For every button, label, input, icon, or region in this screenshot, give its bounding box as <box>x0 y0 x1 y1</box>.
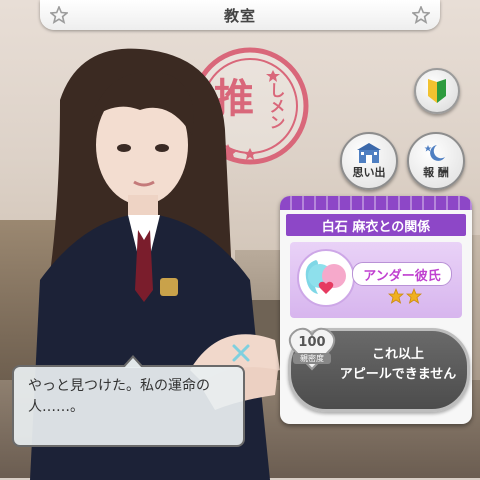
star-outline-icon <box>412 6 430 24</box>
star-outline-icon <box>50 6 68 24</box>
intimacy-badge: 100 親密度 <box>287 325 337 371</box>
header-bar: 教室 <box>40 0 440 30</box>
appeal-button[interactable]: 100 親密度 これ以上 アピールできません <box>287 325 470 412</box>
couple-icon <box>297 249 355 307</box>
appeal-button-label: これ以上 アピールできません <box>339 347 457 382</box>
star-filled-icon <box>388 288 404 304</box>
dialogue-bubble: やっと見つけた。私の運命の人……。 <box>12 355 245 447</box>
beginner-guide-button[interactable] <box>414 68 460 114</box>
moon-star-icon <box>424 144 445 161</box>
relationship-stars <box>388 288 422 304</box>
memories-label: 思い出 <box>352 165 386 179</box>
close-icon <box>232 344 250 362</box>
intimacy-label: 親密度 <box>293 353 331 364</box>
relationship-title: 白石 麻衣との関係 <box>321 219 431 235</box>
relationship-status-panel: アンダー彼氏 <box>290 242 462 318</box>
close-dialogue-button[interactable] <box>228 340 254 366</box>
school-icon <box>357 142 381 163</box>
relationship-card: 白石 麻衣との関係 アンダー彼氏 100 親密度 これ以上 アピールできません <box>280 196 472 424</box>
intimacy-value: 100 <box>298 335 326 350</box>
card-ribbon <box>280 196 472 210</box>
star-filled-icon <box>406 288 422 304</box>
relationship-status-badge: アンダー彼氏 <box>352 262 452 286</box>
bubble-tail-inner <box>124 358 142 368</box>
reward-label: 報 酬 <box>423 165 449 179</box>
reward-button[interactable]: 報 酬 <box>407 132 465 190</box>
beginner-mark-icon <box>428 79 446 103</box>
card-title-bar: 白石 麻衣との関係 <box>286 214 466 236</box>
memories-button[interactable]: 思い出 <box>340 132 398 190</box>
page-title: 教室 <box>223 6 256 25</box>
relationship-status: アンダー彼氏 <box>363 268 441 284</box>
dialogue-text: やっと見つけた。私の運命の人……。 <box>28 378 210 415</box>
